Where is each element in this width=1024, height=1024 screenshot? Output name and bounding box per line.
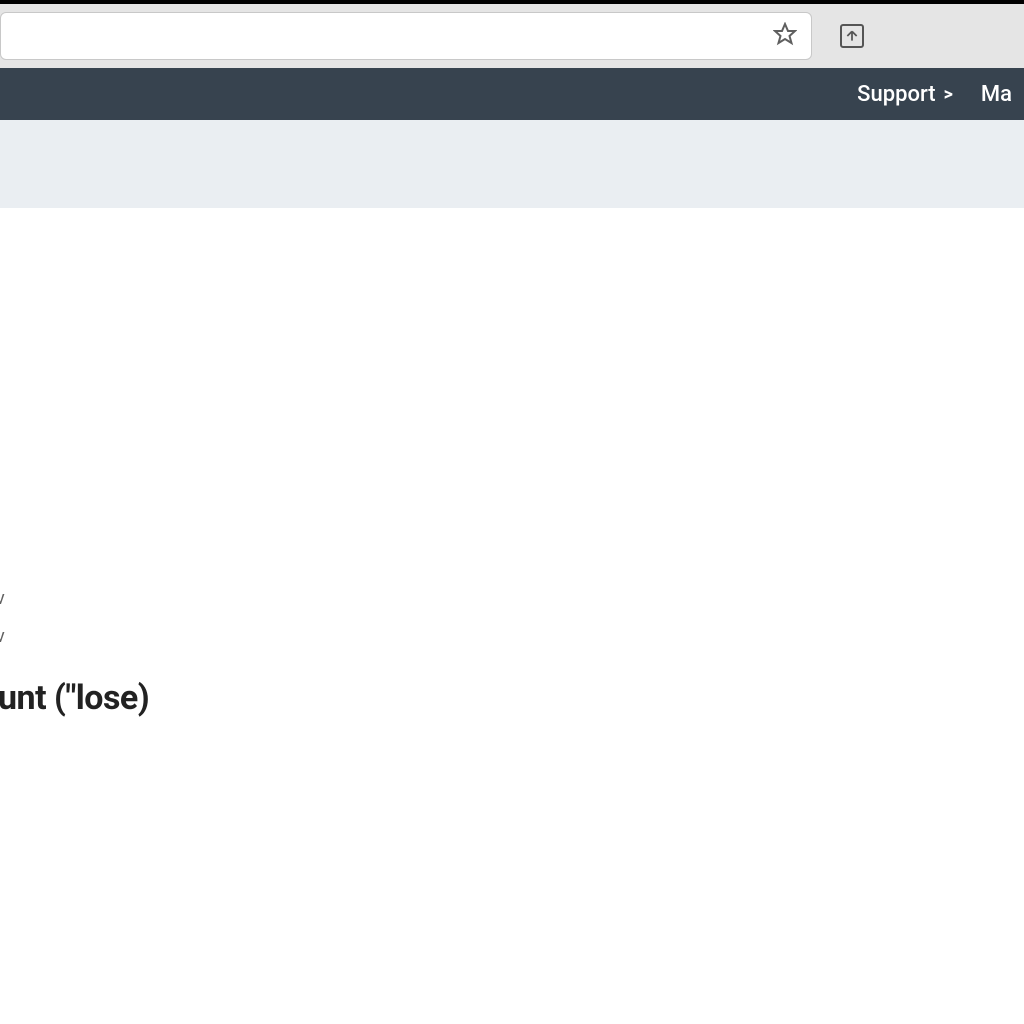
extension-icon[interactable]	[840, 24, 864, 48]
sub-header	[0, 120, 1024, 208]
partial-text-line-1: v	[0, 588, 5, 609]
top-nav: Support > Ma	[0, 68, 1024, 120]
star-icon[interactable]	[773, 22, 797, 50]
browser-chrome	[0, 0, 1024, 68]
url-bar[interactable]	[0, 12, 812, 60]
nav-support[interactable]: Support >	[857, 82, 953, 107]
section-heading-partial: unt ("lose)	[0, 678, 149, 718]
nav-partial-right[interactable]: Ma	[981, 82, 1012, 107]
partial-text-line-2: v	[0, 626, 5, 647]
nav-partial-label: Ma	[981, 82, 1012, 107]
chevron-right-icon: >	[944, 84, 953, 105]
nav-support-label: Support	[857, 82, 935, 107]
main-content: v v unt ("lose)	[0, 208, 1024, 1024]
